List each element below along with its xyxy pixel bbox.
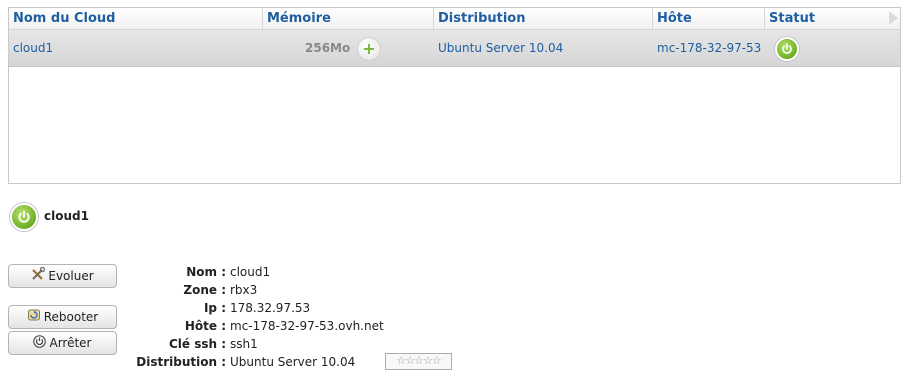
triangle-right-icon[interactable] [889,11,898,25]
cloud-grid: Nom du Cloud Mémoire Distribution Hôte S… [8,7,901,184]
evoluer-button[interactable]: Evoluer [8,264,117,288]
row-memory: 256Mo [305,41,351,55]
power-icon[interactable] [775,37,799,61]
tools-icon [31,266,46,288]
field-hote: Hôte : mc-178-32-97-53.ovh.net [120,317,520,335]
grid-header: Nom du Cloud Mémoire Distribution Hôte S… [9,8,900,30]
row-distribution: Ubuntu Server 10.04 [438,41,564,55]
field-value: rbx3 [230,283,258,297]
rating-stars[interactable]: ☆☆☆☆☆ [385,353,452,370]
table-row[interactable]: cloud1 256Mo + Ubuntu Server 10.04 mc-17… [9,30,900,67]
row-cloud-name: cloud1 [13,41,54,55]
column-header-host[interactable]: Hôte [653,8,765,29]
rebooter-label: Rebooter [43,310,99,324]
power-icon [33,333,47,355]
plus-icon[interactable]: + [357,37,381,61]
reboot-icon [27,307,41,329]
field-value: ssh1 [230,337,258,351]
field-cle-ssh: Clé ssh : ssh1 [120,335,520,353]
column-header-name[interactable]: Nom du Cloud [9,8,263,29]
rebooter-button[interactable]: Rebooter [8,305,117,329]
arreter-button[interactable]: Arrêter [8,331,117,355]
field-label: Zone : [183,283,226,297]
field-distribution: Distribution : Ubuntu Server 10.04 [120,353,520,371]
field-label: Distribution : [136,355,226,369]
field-zone: Zone : rbx3 [120,281,520,299]
arreter-label: Arrêter [49,336,92,350]
field-value: Ubuntu Server 10.04 [230,355,356,369]
column-header-memory[interactable]: Mémoire [263,8,434,29]
field-label: Nom : [186,265,226,279]
field-ip: Ip : 178.32.97.53 [120,299,520,317]
row-host: mc-178-32-97-53. [657,41,761,55]
field-label: Ip : [203,301,226,315]
detail-title: cloud1 [44,209,89,223]
field-value: 178.32.97.53 [230,301,311,315]
column-header-status[interactable]: Statut [765,8,885,29]
field-label: Clé ssh : [168,337,226,351]
field-nom: Nom : cloud1 [120,263,520,281]
evoluer-label: Evoluer [48,269,94,283]
field-label: Hôte : [184,319,226,333]
field-value: cloud1 [230,265,271,279]
power-icon [10,203,38,231]
column-header-distribution[interactable]: Distribution [434,8,653,29]
field-value: mc-178-32-97-53.ovh.net [230,319,384,333]
